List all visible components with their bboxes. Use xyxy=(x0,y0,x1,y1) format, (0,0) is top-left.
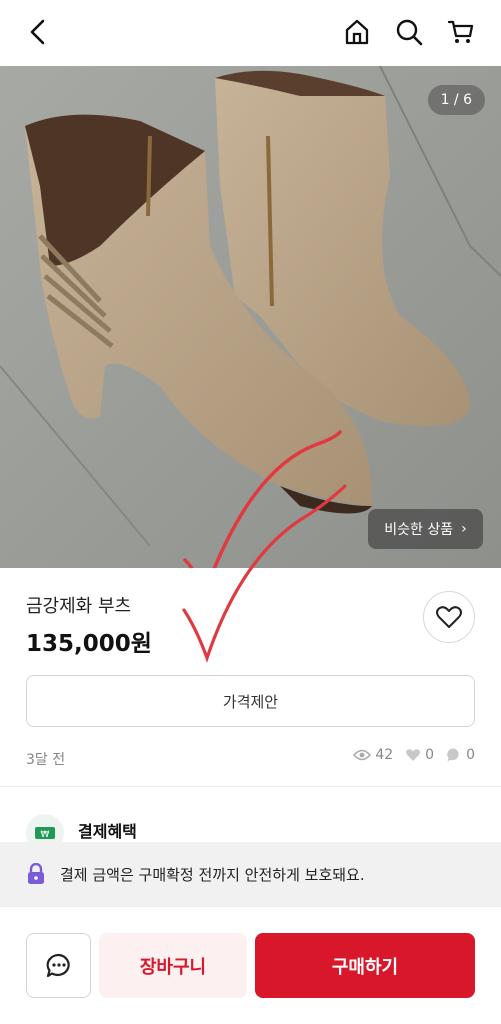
svg-text:₩: ₩ xyxy=(41,830,50,840)
like-button[interactable] xyxy=(423,591,475,643)
back-icon[interactable] xyxy=(20,14,56,50)
search-icon[interactable] xyxy=(391,14,427,50)
item-stats: 42 0 0 xyxy=(345,747,475,763)
product-price: 135,000원 xyxy=(26,631,152,657)
top-nav-bar xyxy=(0,0,501,66)
payment-benefit-title: 결제혜택 xyxy=(78,822,137,841)
buy-now-button[interactable]: 구매하기 xyxy=(255,933,475,998)
chat-count-icon xyxy=(447,748,459,762)
heart-icon xyxy=(406,749,421,761)
posted-time: 3달 전 xyxy=(26,752,66,768)
cart-icon[interactable] xyxy=(443,14,479,50)
view-count: 42 xyxy=(375,747,394,763)
eye-icon xyxy=(353,749,372,761)
chat-bubble-icon xyxy=(46,953,70,977)
lock-icon xyxy=(28,863,44,884)
section-divider xyxy=(0,786,501,787)
payment-safety-notice: 결제 금액은 구매확정 전까지 안전하게 보호돼요. xyxy=(0,842,501,906)
add-to-cart-button[interactable]: 장바구니 xyxy=(99,933,247,998)
safety-text: 결제 금액은 구매확정 전까지 안전하게 보호돼요. xyxy=(60,865,365,884)
product-title: 금강제화 부츠 xyxy=(26,596,132,617)
heart-outline-icon xyxy=(436,606,462,628)
price-offer-button[interactable]: 가격제안 xyxy=(26,675,475,727)
like-count: 0 xyxy=(425,747,435,763)
chat-count: 0 xyxy=(466,747,475,763)
bottom-action-bar: 장바구니 구매하기 xyxy=(0,906,501,1024)
chat-button[interactable] xyxy=(26,933,91,998)
photo-counter: 1 / 6 xyxy=(427,85,485,115)
home-icon[interactable] xyxy=(339,14,375,50)
